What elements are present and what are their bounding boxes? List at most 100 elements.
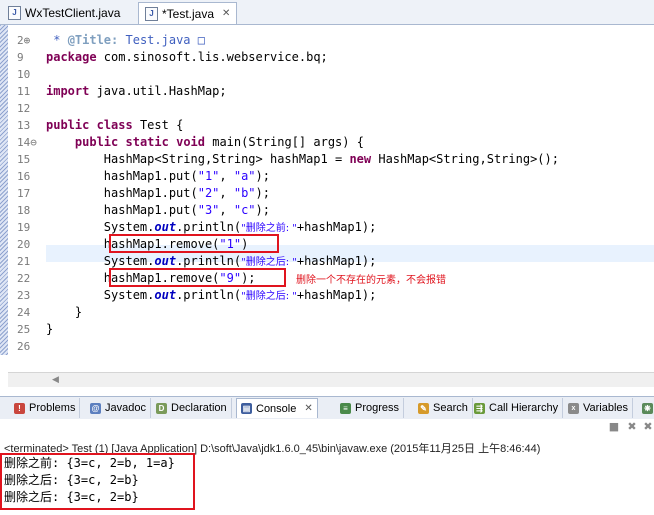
java-file-icon: J bbox=[145, 6, 158, 21]
code-token: ); bbox=[255, 203, 270, 217]
remove-launch-icon[interactable]: ✖ bbox=[626, 421, 638, 433]
tab-label: Search bbox=[433, 402, 468, 414]
code-token: , bbox=[219, 203, 234, 217]
code-token: +hashMap1); bbox=[296, 288, 377, 302]
line-number: 14⊖ bbox=[17, 136, 37, 149]
editor-tab-label: WxTestClient.java bbox=[25, 6, 121, 20]
highlight-box-remove-9 bbox=[109, 268, 286, 287]
line-number: 12 bbox=[17, 102, 31, 115]
line-number: 19 bbox=[17, 221, 31, 234]
code-line[interactable]: hashMap1.put("3", "c"); bbox=[46, 202, 270, 219]
terminate-icon[interactable]: ■ bbox=[608, 421, 620, 433]
code-token: "删除之前: " bbox=[241, 223, 297, 234]
code-token: static bbox=[125, 135, 169, 149]
code-token: +hashMap1); bbox=[296, 220, 377, 234]
line-number: 18 bbox=[17, 204, 31, 217]
overview-ruler bbox=[0, 25, 8, 355]
code-token: "1" bbox=[197, 169, 220, 183]
editor-tab-label: *Test.java bbox=[162, 6, 215, 21]
tab-progress[interactable]: ≡ Progress bbox=[336, 398, 405, 418]
tab-problems[interactable]: ! Problems bbox=[10, 398, 81, 418]
horizontal-scrollbar[interactable]: ◀ bbox=[8, 372, 654, 387]
code-token: } bbox=[46, 305, 83, 319]
code-token: System. bbox=[46, 288, 155, 302]
code-line[interactable]: } bbox=[46, 304, 82, 321]
view-tab-bar: ! Problems @ Javadoc D Declaration ▤ Con… bbox=[0, 396, 654, 420]
code-token: class bbox=[96, 118, 133, 132]
editor-tab-test[interactable]: J *Test.java ✕ bbox=[138, 2, 238, 24]
tab-declaration[interactable]: D Declaration bbox=[152, 398, 232, 418]
code-token: import bbox=[46, 84, 90, 98]
code-token: new bbox=[349, 152, 372, 166]
code-token: java.util.HashMap; bbox=[89, 84, 227, 98]
scroll-left-icon[interactable]: ◀ bbox=[52, 373, 59, 387]
code-token: com.sinosoft.lis.webservice.bq; bbox=[96, 50, 328, 64]
tab-label: Problems bbox=[29, 402, 76, 414]
code-line[interactable]: public class Test { bbox=[46, 117, 183, 134]
code-token: "b" bbox=[233, 186, 256, 200]
code-editor[interactable]: * @Title: Test.java □ package com.sinosof… bbox=[46, 25, 654, 355]
code-token: Test { bbox=[132, 118, 184, 132]
variables-icon: x bbox=[568, 402, 579, 414]
close-icon[interactable]: ✕ bbox=[304, 403, 312, 414]
highlight-box-console-output bbox=[0, 453, 195, 510]
tab-console[interactable]: ▤ Console ✕ bbox=[236, 398, 318, 418]
code-line[interactable]: HashMap<String,String> hashMap1 = new Ha… bbox=[46, 151, 559, 168]
code-line[interactable]: * @Title: Test.java □ bbox=[46, 32, 205, 49]
tab-label: Variables bbox=[583, 402, 629, 414]
code-token: System. bbox=[46, 220, 155, 234]
code-token: "删除之后: " bbox=[241, 257, 297, 268]
tab-overflow[interactable]: ❋ bbox=[638, 398, 654, 418]
line-number: 25 bbox=[17, 323, 31, 336]
progress-icon: ≡ bbox=[340, 402, 351, 414]
problems-icon: ! bbox=[14, 402, 25, 414]
tab-search[interactable]: ✎ Search bbox=[414, 398, 473, 418]
tab-javadoc[interactable]: @ Javadoc bbox=[86, 398, 151, 418]
code-token: .println( bbox=[176, 288, 242, 302]
annotation-note: 删除一个不存在的元素，不会报错 bbox=[296, 275, 446, 286]
code-token: public bbox=[46, 118, 90, 132]
close-icon[interactable]: ✕ bbox=[222, 8, 230, 19]
tab-call-hierarchy[interactable]: ⇶ Call Hierarchy bbox=[470, 398, 564, 418]
line-number: 10 bbox=[17, 68, 31, 81]
javadoc-icon: @ bbox=[90, 402, 101, 414]
editor-tab-wxtestclient[interactable]: J WxTestClient.java bbox=[2, 2, 126, 24]
code-token: main(String[] args) { bbox=[205, 135, 364, 149]
tab-label: Call Hierarchy bbox=[489, 402, 559, 414]
code-line[interactable]: package com.sinosoft.lis.webservice.bq; bbox=[46, 49, 328, 66]
code-token: @Title: bbox=[67, 33, 119, 47]
editor-tab-bar: J WxTestClient.java J *Test.java ✕ bbox=[0, 0, 654, 25]
code-line[interactable]: import java.util.HashMap; bbox=[46, 83, 227, 100]
code-line[interactable]: public static void main(String[] args) { bbox=[46, 134, 364, 151]
code-line[interactable]: hashMap1.put("2", "b"); bbox=[46, 185, 270, 202]
line-number: 23 bbox=[17, 289, 31, 302]
call-hierarchy-icon: ⇶ bbox=[474, 402, 485, 414]
code-line[interactable]: System.out.println("删除之后: "+hashMap1); bbox=[46, 287, 377, 304]
tab-label: Javadoc bbox=[105, 402, 146, 414]
code-token: out bbox=[154, 220, 177, 234]
code-token: , bbox=[219, 186, 234, 200]
highlight-box-remove-1 bbox=[109, 234, 279, 253]
line-number: 13 bbox=[17, 119, 31, 132]
code-token: out bbox=[154, 254, 177, 268]
search-icon: ✎ bbox=[418, 402, 429, 414]
code-token: .println( bbox=[176, 254, 242, 268]
code-line[interactable]: hashMap1.put("1", "a"); bbox=[46, 168, 270, 185]
tab-variables[interactable]: x Variables bbox=[564, 398, 634, 418]
line-number: 26 bbox=[17, 340, 31, 353]
line-number: 22 bbox=[17, 272, 31, 285]
code-token: ); bbox=[255, 169, 270, 183]
code-token: hashMap1.put( bbox=[46, 186, 198, 200]
line-number: 11 bbox=[17, 85, 31, 98]
declaration-icon: D bbox=[156, 402, 167, 414]
code-token: HashMap<String,String>(); bbox=[371, 152, 559, 166]
code-token: Test.java □ bbox=[118, 33, 205, 47]
tab-label: Console bbox=[256, 402, 297, 415]
code-line[interactable]: } bbox=[46, 321, 53, 338]
remove-all-icon[interactable]: ✖ bbox=[642, 421, 654, 433]
code-token: * bbox=[46, 33, 68, 47]
code-token: , bbox=[219, 169, 234, 183]
